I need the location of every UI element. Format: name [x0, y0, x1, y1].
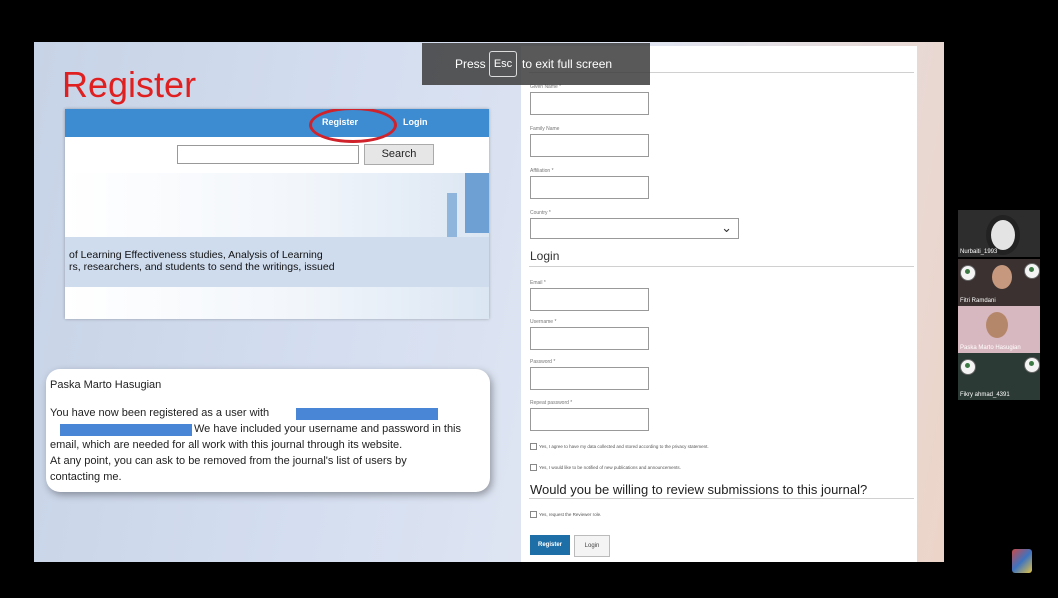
email-line: At any point, you can ask to be removed …	[50, 455, 407, 467]
participant-tile[interactable]: Nurbaiti_1993	[958, 210, 1040, 257]
divider	[529, 266, 914, 267]
notice-press-text: Press	[455, 57, 486, 71]
repeat-password-label: Repeat password *	[530, 400, 573, 406]
participant-tile[interactable]: Paska Marto Hasugian	[958, 306, 1040, 353]
password-label: Password *	[530, 359, 556, 365]
participant-name: Nurbaiti_1993	[960, 249, 998, 255]
notifications-checkbox[interactable]	[530, 464, 537, 471]
app-logo-icon	[1012, 549, 1032, 573]
given-name-input[interactable]	[530, 92, 649, 115]
email-label: Email *	[530, 280, 546, 286]
register-highlight-circle	[309, 109, 397, 143]
avatar	[960, 359, 976, 375]
login-heading: Login	[530, 249, 560, 263]
participant-tile[interactable]: Fitri Ramdani	[958, 259, 1040, 306]
email-line: email, which are needed for all work wit…	[50, 439, 403, 451]
participant-name: Paska Marto Hasugian	[960, 345, 1021, 351]
divider	[529, 498, 914, 499]
country-label: Country *	[530, 210, 551, 216]
email-line: We have included your username and passw…	[194, 423, 462, 435]
website-search-input	[177, 145, 359, 164]
email-line: contacting me.	[50, 471, 122, 483]
participant-tile[interactable]: Fikry ahmad_4391	[958, 353, 1040, 400]
reviewer-checkbox[interactable]	[530, 511, 537, 518]
description-line: rs, researchers, and students to send th…	[69, 261, 335, 273]
affiliation-label: Affiliation *	[530, 168, 554, 174]
registration-email: Paska Marto Hasugian You have now been r…	[46, 369, 490, 492]
reviewer-heading: Would you be willing to review submissio…	[530, 482, 868, 497]
register-button[interactable]: Register	[530, 535, 570, 555]
participant-video	[992, 265, 1012, 289]
country-select[interactable]: ⌄	[530, 218, 739, 239]
username-label: Username *	[530, 319, 557, 325]
participant-name: Fitri Ramdani	[960, 298, 996, 304]
family-name-label: Family Name	[530, 126, 560, 132]
hero-decoration	[447, 193, 457, 239]
privacy-consent-label: Yes, I agree to have my data collected a…	[539, 444, 709, 449]
website-screenshot: Register Login Search of Learning Effect…	[65, 109, 489, 319]
website-search-button: Search	[364, 144, 434, 165]
login-button[interactable]: Login	[574, 535, 610, 557]
password-input[interactable]	[530, 367, 649, 390]
avatar	[960, 265, 976, 281]
username-input[interactable]	[530, 327, 649, 350]
repeat-password-input[interactable]	[530, 408, 649, 431]
reviewer-label: Yes, request the Reviewer role.	[539, 512, 602, 517]
notice-exit-text: to exit full screen	[522, 57, 613, 71]
esc-key-badge: Esc	[489, 51, 517, 77]
website-navbar: Register Login	[65, 109, 489, 137]
participant-video	[986, 312, 1008, 338]
nav-login-link: Login	[403, 117, 428, 127]
chevron-down-icon: ⌄	[721, 220, 732, 235]
redacted-highlight	[60, 424, 192, 436]
email-line: You have now been registered as a user w…	[50, 407, 270, 419]
redacted-highlight	[296, 408, 438, 420]
slide-title: Register	[62, 64, 197, 105]
privacy-consent-checkbox[interactable]	[530, 443, 537, 450]
affiliation-input[interactable]	[530, 176, 649, 199]
registration-form: Given Name * Family Name Affiliation * C…	[521, 46, 917, 562]
avatar	[1024, 357, 1040, 373]
presentation-slide: Register Register Login Search of Learni…	[34, 42, 944, 562]
notifications-label: Yes, I would like to be notified of new …	[539, 465, 681, 470]
fullscreen-exit-notice: Press Esc to exit full screen	[422, 43, 650, 85]
avatar	[1024, 263, 1040, 279]
email-input[interactable]	[530, 288, 649, 311]
family-name-input[interactable]	[530, 134, 649, 157]
email-recipient-name: Paska Marto Hasugian	[50, 379, 162, 391]
participant-name: Fikry ahmad_4391	[960, 392, 1010, 398]
hero-decoration	[465, 173, 489, 233]
website-description-band: of Learning Effectiveness studies, Analy…	[65, 237, 489, 287]
description-line: of Learning Effectiveness studies, Analy…	[69, 249, 323, 261]
